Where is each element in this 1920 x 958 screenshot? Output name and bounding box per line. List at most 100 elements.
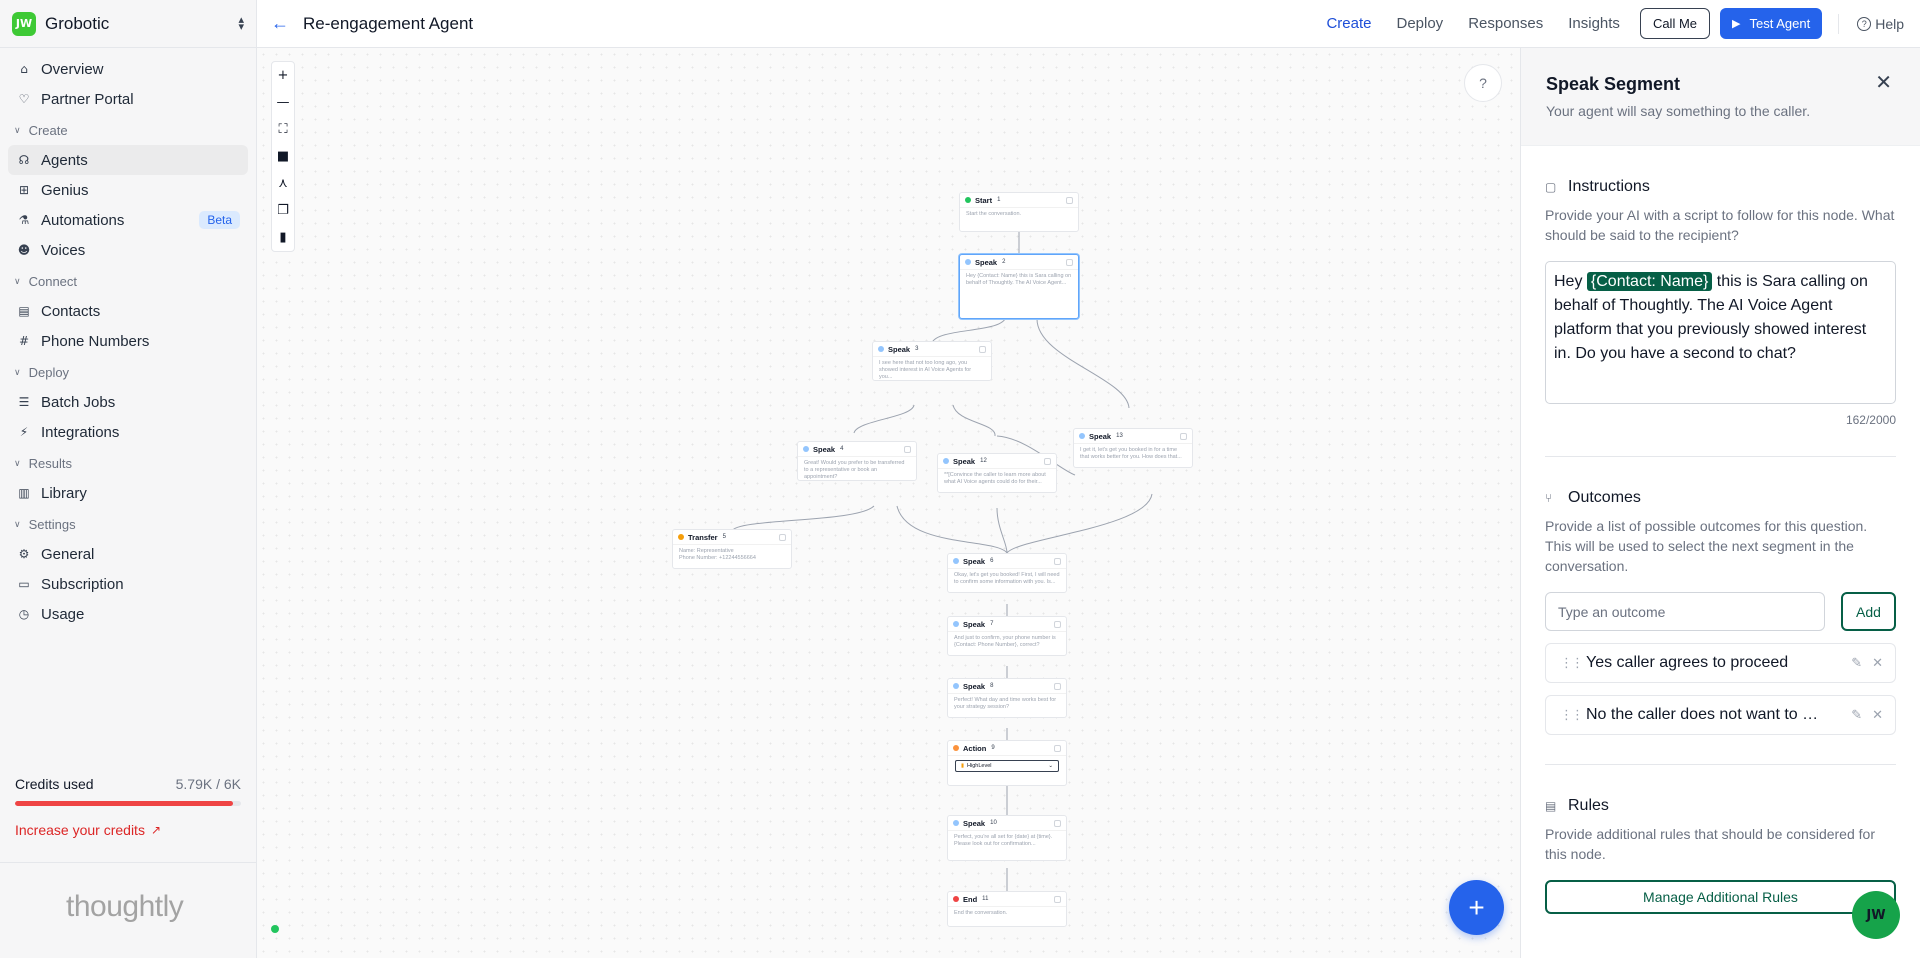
sidebar-item-label: Genius <box>41 181 89 199</box>
lock-icon[interactable]: ■ <box>272 143 294 170</box>
node-type-icon <box>965 197 971 203</box>
node-menu-icon[interactable] <box>1054 819 1061 827</box>
sidebar-item-usage[interactable]: ◷ Usage <box>8 599 248 629</box>
node-menu-icon[interactable] <box>904 445 911 453</box>
sidebar-item-voices[interactable]: ☻ Voices <box>8 235 248 265</box>
close-icon[interactable]: ✕ <box>1872 655 1883 671</box>
workspace-switcher[interactable]: JW Grobotic ▴ ▾ <box>0 0 256 48</box>
fit-view-icon[interactable]: ⛶ <box>272 116 294 143</box>
help-button[interactable]: ? Help <box>1857 16 1904 32</box>
call-me-button[interactable]: Call Me <box>1639 8 1711 39</box>
flow-node[interactable]: Speak 4 Great! Would you prefer to be tra… <box>797 441 917 481</box>
node-menu-icon[interactable] <box>1054 895 1061 903</box>
node-menu-icon[interactable] <box>1054 557 1061 565</box>
node-type: Speak <box>813 444 836 454</box>
beta-badge: Beta <box>199 211 240 229</box>
tab-deploy[interactable]: Deploy <box>1396 15 1443 32</box>
help-icon[interactable]: ? <box>1464 64 1502 102</box>
copy-icon[interactable]: ❐ <box>272 197 294 224</box>
sidebar-item-genius[interactable]: ⊞ Genius <box>8 175 248 205</box>
flow-node[interactable]: Speak 13 I get it, let's get you booked i… <box>1073 428 1193 468</box>
sidebar-item-label: Automations <box>41 211 125 229</box>
outcome-item[interactable]: ⋮⋮ Yes caller agrees to proceed ✎ ✕ <box>1545 643 1896 683</box>
chat-widget-button[interactable]: JW <box>1852 891 1900 939</box>
drag-handle-icon[interactable]: ⋮⋮ <box>1560 656 1584 671</box>
sidebar-item-integrations[interactable]: ⚡ Integrations <box>8 417 248 447</box>
zoom-out-icon[interactable]: — <box>272 89 294 116</box>
integration-select[interactable]: ▮ HighLevel ⌄ <box>955 760 1059 772</box>
flow-node[interactable]: Speak 10 Perfect, you're all set for {dat… <box>947 815 1067 861</box>
node-menu-icon[interactable] <box>779 533 786 541</box>
sidebar-item-automations[interactable]: ⚗ Automations Beta <box>8 205 248 235</box>
flow-node[interactable]: Speak 6 Okay, let's get you booked! First… <box>947 553 1067 593</box>
tab-insights[interactable]: Insights <box>1568 15 1620 32</box>
section-settings[interactable]: ∨ Settings <box>8 509 248 539</box>
edit-icon[interactable]: ✎ <box>1851 656 1862 671</box>
flow-node[interactable]: Speak 12 **[Convince the caller to learn … <box>937 453 1057 493</box>
node-body: End the conversation. <box>954 910 1008 916</box>
sidebar-item-label: Phone Numbers <box>41 332 150 350</box>
flow-node[interactable]: Speak 7 And just to confirm, your phone n… <box>947 616 1067 656</box>
trash-icon[interactable]: ▮ <box>272 224 294 251</box>
divider <box>1838 13 1840 34</box>
sidebar-item-overview[interactable]: ⌂ Overview <box>8 54 248 84</box>
node-type: Transfer <box>688 532 718 542</box>
node-type: Speak <box>888 344 911 354</box>
sidebar-item-partner-portal[interactable]: ♡ Partner Portal <box>8 84 248 114</box>
sidebar-item-phone-numbers[interactable]: # Phone Numbers <box>8 326 248 356</box>
sidebar-item-contacts[interactable]: ▤ Contacts <box>8 296 248 326</box>
node-menu-icon[interactable] <box>1180 432 1187 440</box>
sidebar-item-library[interactable]: ▥ Library <box>8 478 248 508</box>
flow-canvas[interactable]: + — ⛶ ■ ⋏ ❐ ▮ ? Start 1 Start the convers… <box>257 48 1520 958</box>
node-menu-icon[interactable] <box>1054 620 1061 628</box>
tab-create[interactable]: Create <box>1326 15 1371 32</box>
test-agent-button[interactable]: ▶ Test Agent <box>1720 8 1823 39</box>
node-menu-icon[interactable] <box>979 345 986 353</box>
section-connect[interactable]: ∨ Connect <box>8 266 248 296</box>
grid-icon: ⊞ <box>18 183 30 197</box>
node-number: 7 <box>990 621 994 627</box>
connector <box>952 404 996 437</box>
flow-node[interactable]: Speak 8 Perfect! What day and time works … <box>947 678 1067 718</box>
flow-node[interactable]: Action 9 ▮ HighLevel ⌄ <box>947 740 1067 786</box>
increase-credits-link[interactable]: Increase your credits ↗ <box>15 822 241 838</box>
node-menu-icon[interactable] <box>1044 457 1051 465</box>
script-textarea[interactable]: Hey {Contact: Name} this is Sara calling… <box>1545 261 1896 404</box>
outcome-input[interactable]: Type an outcome <box>1545 592 1825 631</box>
manage-rules-button[interactable]: Manage Additional Rules <box>1545 880 1896 914</box>
sidebar-item-agents[interactable]: ☊ Agents <box>8 145 248 175</box>
section-create[interactable]: ∨ Create <box>8 115 248 145</box>
close-icon[interactable]: ✕ <box>1872 707 1883 723</box>
node-number: 8 <box>990 683 994 689</box>
zoom-in-icon[interactable]: + <box>272 62 294 89</box>
node-menu-icon[interactable] <box>1066 258 1073 266</box>
credits-progress-bar <box>15 801 241 806</box>
sidebar-item-subscription[interactable]: ▭ Subscription <box>8 569 248 599</box>
integration-select-value: HighLevel <box>967 763 992 769</box>
node-menu-icon[interactable] <box>1066 196 1073 204</box>
flow-node[interactable]: End 11 End the conversation. <box>947 891 1067 927</box>
sidebar-item-general[interactable]: ⚙ General <box>8 539 248 569</box>
add-outcome-button[interactable]: Add <box>1841 592 1896 631</box>
section-results[interactable]: ∨ Results <box>8 448 248 478</box>
section-deploy[interactable]: ∨ Deploy <box>8 357 248 387</box>
edit-icon[interactable]: ✎ <box>1851 708 1862 723</box>
close-icon[interactable]: ✕ <box>1875 70 1892 94</box>
tab-responses[interactable]: Responses <box>1468 15 1543 32</box>
flow-node[interactable]: Transfer 5 Name: Representative Phone Num… <box>672 529 792 569</box>
sidebar-item-batch-jobs[interactable]: ☰ Batch Jobs <box>8 387 248 417</box>
node-menu-icon[interactable] <box>1054 744 1061 752</box>
list-icon: ☰ <box>18 395 30 409</box>
drag-handle-icon[interactable]: ⋮⋮ <box>1560 708 1584 723</box>
add-node-button[interactable]: + <box>1449 880 1504 935</box>
flow-node[interactable]: Speak 3 I see here that not too long ago,… <box>872 341 992 381</box>
divider <box>0 862 256 863</box>
node-body: I see here that not too long ago, you sh… <box>879 360 972 379</box>
back-arrow-icon[interactable]: ← <box>271 13 295 34</box>
variable-chip[interactable]: {Contact: Name} <box>1586 272 1713 291</box>
node-menu-icon[interactable] <box>1054 682 1061 690</box>
flow-node[interactable]: Start 1 Start the conversation. <box>959 192 1079 232</box>
flow-node-selected[interactable]: Speak 2 Hey {Contact: Name} this is Sara … <box>959 254 1079 319</box>
outcome-item[interactable]: ⋮⋮ No the caller does not want to procee… <box>1545 695 1896 735</box>
layout-icon[interactable]: ⋏ <box>272 170 294 197</box>
